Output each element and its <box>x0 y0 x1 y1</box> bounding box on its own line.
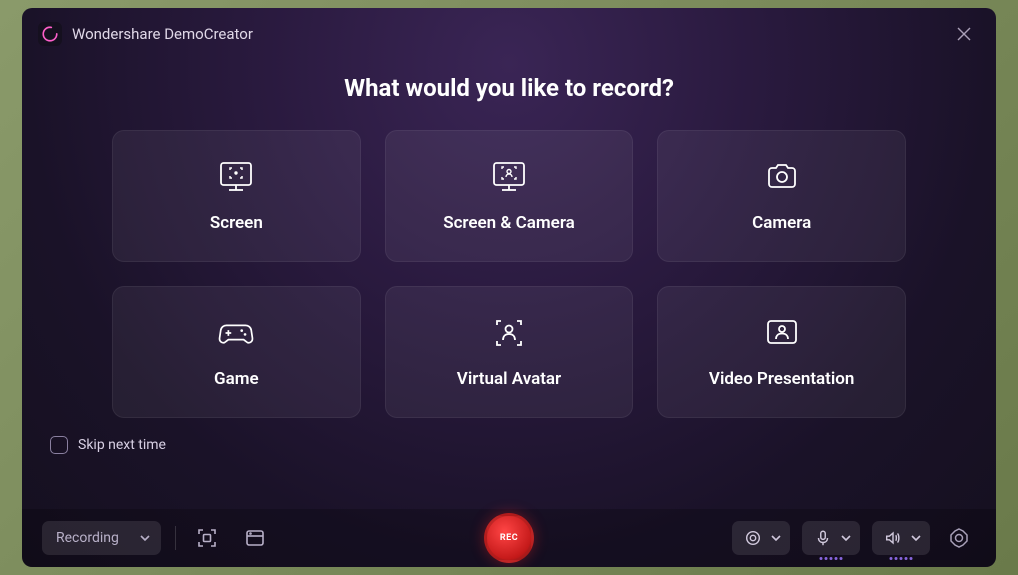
speaker-icon <box>884 529 902 547</box>
chevron-down-icon <box>139 532 151 544</box>
app-logo <box>38 22 62 46</box>
microphone-toggle[interactable] <box>802 521 860 555</box>
webcam-icon <box>744 529 762 547</box>
microphone-icon <box>814 529 832 547</box>
card-video-presentation[interactable]: Video Presentation <box>657 286 906 418</box>
skip-row: Skip next time <box>22 418 996 464</box>
capture-area-icon <box>196 527 218 549</box>
right-controls <box>732 521 976 555</box>
webcam-toggle[interactable] <box>732 521 790 555</box>
bottom-toolbar: Recording REC <box>22 509 996 567</box>
mode-dropdown-label: Recording <box>56 530 119 546</box>
game-icon <box>216 315 256 351</box>
record-label: REC <box>500 533 518 543</box>
avatar-icon <box>489 315 529 351</box>
page-heading: What would you like to record? <box>22 74 996 102</box>
divider <box>175 526 176 550</box>
card-label: Screen <box>210 213 263 233</box>
skip-label: Skip next time <box>78 437 166 453</box>
chevron-down-icon <box>910 532 922 544</box>
screen-camera-icon <box>489 159 529 195</box>
record-mode-grid: Screen Screen & Camera <box>22 130 996 418</box>
card-screen[interactable]: Screen <box>112 130 361 262</box>
chevron-down-icon <box>840 532 852 544</box>
app-window: Wondershare DemoCreator What would you l… <box>22 8 996 567</box>
card-camera[interactable]: Camera <box>657 130 906 262</box>
card-screen-camera[interactable]: Screen & Camera <box>385 130 634 262</box>
capture-area-button[interactable] <box>190 521 224 555</box>
window-select-button[interactable] <box>238 521 272 555</box>
card-label: Camera <box>752 213 811 233</box>
mode-dropdown[interactable]: Recording <box>42 521 161 555</box>
camera-icon <box>762 159 802 195</box>
chevron-down-icon <box>770 532 782 544</box>
card-label: Video Presentation <box>709 369 855 389</box>
card-virtual-avatar[interactable]: Virtual Avatar <box>385 286 634 418</box>
card-game[interactable]: Game <box>112 286 361 418</box>
system-audio-toggle[interactable] <box>872 521 930 555</box>
app-title: Wondershare DemoCreator <box>72 25 938 43</box>
close-icon <box>957 27 971 41</box>
settings-button[interactable] <box>942 521 976 555</box>
record-button[interactable]: REC <box>484 513 534 563</box>
skip-checkbox[interactable] <box>50 436 68 454</box>
presentation-icon <box>762 315 802 351</box>
card-label: Game <box>214 369 259 389</box>
audio-level-dots <box>890 557 913 560</box>
mic-level-dots <box>820 557 843 560</box>
window-icon <box>244 527 266 549</box>
gear-icon <box>948 527 970 549</box>
card-label: Virtual Avatar <box>457 369 561 389</box>
close-button[interactable] <box>948 18 980 50</box>
card-label: Screen & Camera <box>443 213 575 233</box>
screen-icon <box>216 159 256 195</box>
titlebar: Wondershare DemoCreator <box>22 8 996 56</box>
